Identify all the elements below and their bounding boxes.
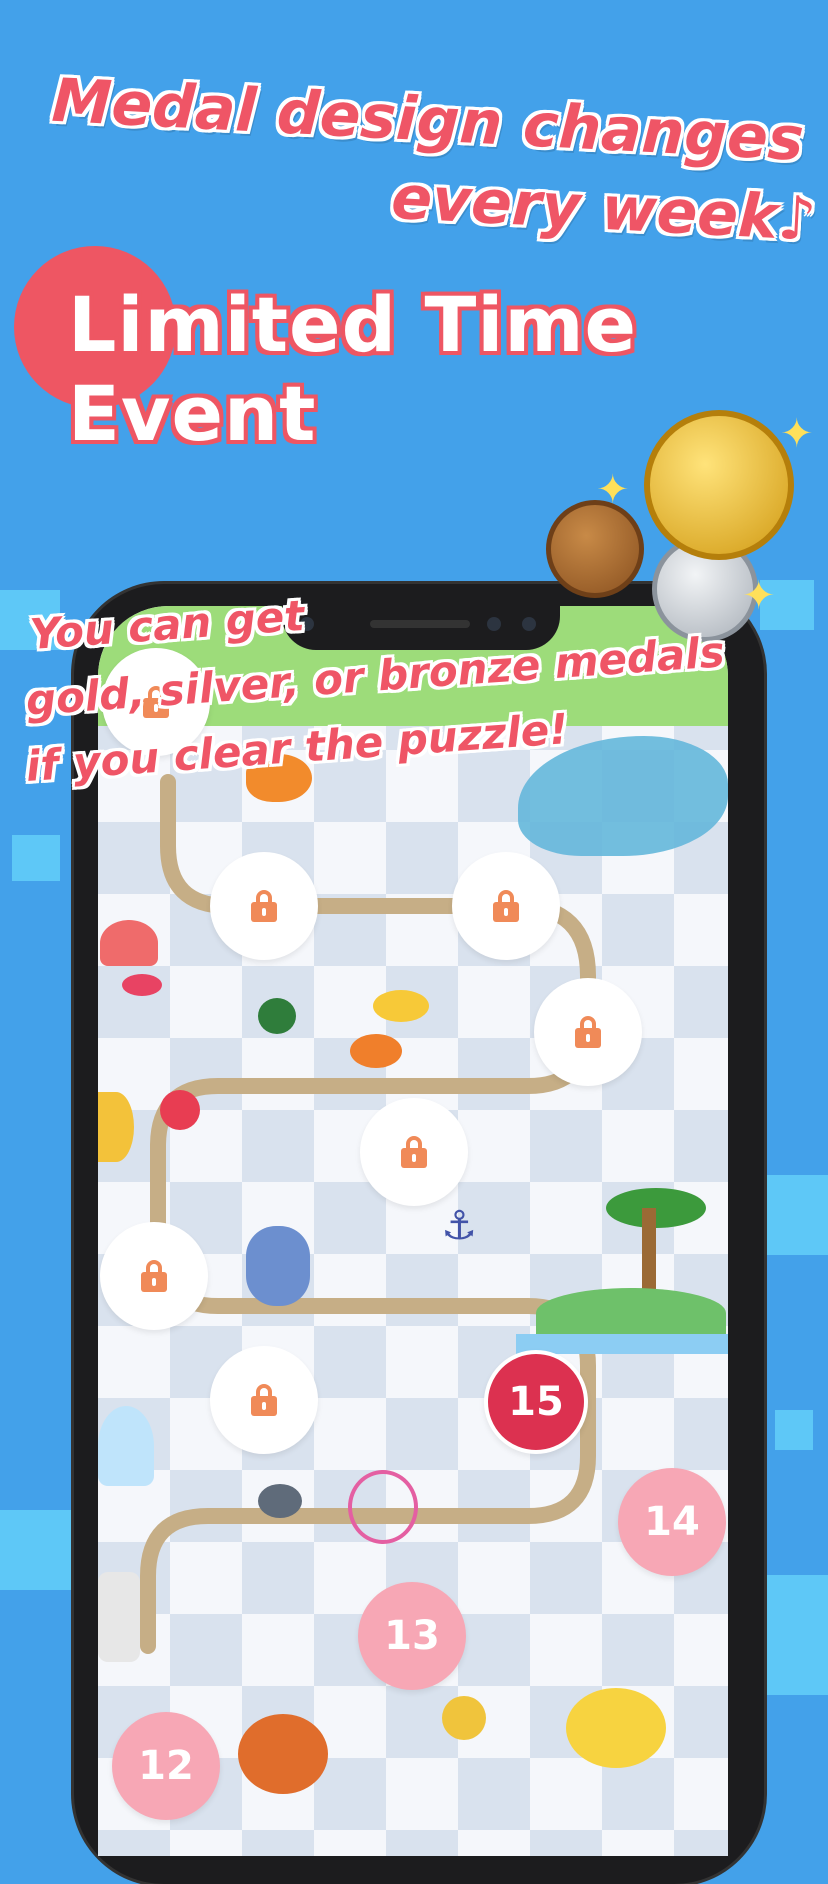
gold-medal-icon bbox=[644, 410, 794, 560]
butterflyfish-sticker bbox=[98, 1092, 134, 1162]
watermelon-sticker bbox=[258, 998, 296, 1034]
anchor-icon: ⚓ bbox=[441, 1203, 477, 1249]
bg-square bbox=[775, 1410, 813, 1450]
umbrella-sticker bbox=[100, 920, 158, 966]
lock-icon bbox=[251, 890, 277, 922]
level-node-cleared[interactable]: 13 bbox=[358, 1582, 466, 1690]
rainbow-cloud-sticker bbox=[98, 1572, 140, 1662]
level-number: 14 bbox=[644, 1499, 700, 1545]
level-number: 12 bbox=[138, 1743, 194, 1789]
sparkle-icon: ✦ bbox=[596, 467, 630, 513]
hibiscus-sticker bbox=[160, 1090, 200, 1130]
level-node-cleared[interactable]: 14 bbox=[618, 1468, 726, 1576]
level-node-locked bbox=[210, 852, 318, 960]
lock-icon bbox=[575, 1016, 601, 1048]
level-node-locked bbox=[100, 1222, 208, 1330]
bg-square bbox=[0, 1510, 72, 1590]
crab-sticker bbox=[122, 974, 162, 996]
level-map-screen: ⚓ 15 14 13 12 bbox=[98, 606, 728, 1856]
bg-square bbox=[12, 835, 60, 881]
level-number: 15 bbox=[508, 1379, 564, 1425]
palm-island-sticker bbox=[516, 1188, 728, 1358]
clownfish-small-sticker bbox=[350, 1034, 402, 1068]
lock-icon bbox=[251, 1384, 277, 1416]
level-node-locked bbox=[210, 1346, 318, 1454]
lock-icon bbox=[401, 1136, 427, 1168]
whaleshark-sticker bbox=[258, 1484, 302, 1518]
lock-icon bbox=[493, 890, 519, 922]
sandals-sticker bbox=[246, 1226, 310, 1306]
straw-hat-sticker bbox=[442, 1696, 486, 1740]
bg-square bbox=[755, 1575, 828, 1695]
level-number: 13 bbox=[384, 1613, 440, 1659]
yellow-fish-sticker bbox=[373, 990, 429, 1022]
dolphin-hoop-sticker bbox=[348, 1470, 418, 1544]
lock-icon bbox=[141, 1260, 167, 1292]
level-node-locked bbox=[534, 978, 642, 1086]
crab-big-sticker bbox=[238, 1714, 328, 1794]
level-node-locked bbox=[452, 852, 560, 960]
sparkle-icon: ✦ bbox=[742, 573, 776, 619]
level-node-locked bbox=[360, 1098, 468, 1206]
headline-line2: every week♪ bbox=[389, 162, 818, 255]
pufferfish-sticker bbox=[566, 1688, 666, 1768]
headline-line1: Medal design changes bbox=[50, 65, 806, 175]
level-node-current[interactable]: 15 bbox=[484, 1350, 588, 1454]
sparkle-icon: ✦ bbox=[780, 411, 814, 457]
level-node-cleared[interactable]: 12 bbox=[112, 1712, 220, 1820]
bronze-medal-icon bbox=[546, 500, 644, 598]
ghost-sticker bbox=[98, 1406, 154, 1486]
